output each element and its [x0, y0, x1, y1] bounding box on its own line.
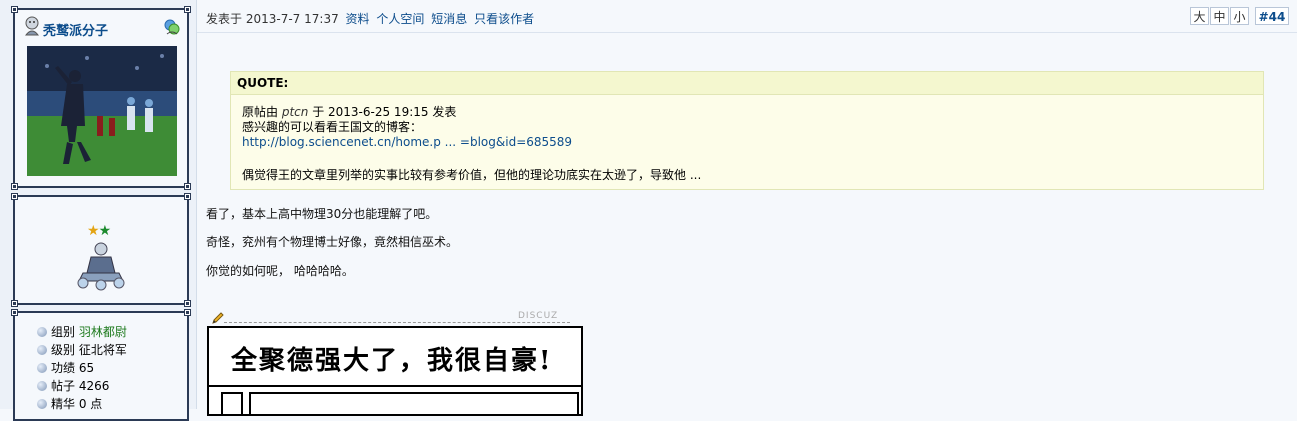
user-stats-list: 组别 羽林都尉 级别 征北将军 功绩 65 帖子 4266 精华 0 点 — [37, 323, 127, 413]
bullet-icon — [37, 345, 47, 355]
stat-level: 级别 征北将军 — [37, 341, 127, 359]
bullet-icon — [37, 381, 47, 391]
post-image[interactable]: 全聚德强大了，我很自豪! — [207, 326, 583, 416]
font-small-button[interactable]: 小 — [1230, 7, 1249, 25]
quote-line-2: 感兴趣的可以看看王国文的博客： — [242, 120, 423, 134]
stat-label: 级别 — [51, 343, 76, 357]
frame-corner — [11, 193, 18, 200]
stat-label: 帖子 — [51, 379, 76, 393]
bullet-icon — [37, 327, 47, 337]
post-text-line: 看了，基本上高中物理30分也能理解了吧。 — [206, 207, 438, 221]
quote-title: QUOTE: — [230, 71, 1264, 95]
post-text-line: 你觉的如何呢， 哈哈哈哈。 — [206, 264, 354, 278]
stat-value: 羽林都尉 — [78, 325, 127, 339]
frame-corner — [184, 183, 191, 190]
stat-label: 组别 — [51, 325, 76, 339]
image-panel-border — [209, 385, 581, 387]
image-divider — [224, 322, 570, 323]
quote-date: 于 2013-6-25 19:15 发表 — [312, 105, 457, 119]
frame-corner — [11, 309, 18, 316]
frame-corner — [11, 300, 18, 307]
stat-essence: 精华 0 点 — [37, 395, 127, 413]
rank-card: ★★ — [11, 193, 191, 307]
profile-link[interactable]: 资料 — [346, 12, 370, 26]
personal-space-link[interactable]: 个人空间 — [376, 12, 424, 26]
username-link[interactable]: 秃鹫派分子 — [43, 20, 108, 39]
quote-body: 原帖由 ptcn 于 2013-6-25 19:15 发表 感兴趣的可以看看王国… — [230, 95, 1264, 190]
message-link[interactable]: 短消息 — [431, 12, 467, 26]
stat-value: 65 — [78, 361, 95, 375]
avatar-photo — [27, 46, 177, 176]
bullet-icon — [37, 399, 47, 409]
font-medium-button[interactable]: 中 — [1210, 7, 1229, 25]
quote-blog-link[interactable]: http://blog.sciencenet.cn/home.p ... =bl… — [242, 135, 572, 149]
frame-corner — [11, 6, 18, 13]
posted-time: 2013-7-7 17:37 — [245, 12, 339, 26]
stat-posts: 帖子 4266 — [37, 377, 127, 395]
post-header: 发表于 2013-7-7 17:37 资料 个人空间 短消息 只看该作者 大 中… — [197, 0, 1297, 33]
quote-line-3: 偶觉得王的文章里列举的实事比较有参考价值，但他的理论功底实在太逊了，导致他 ..… — [242, 168, 702, 182]
stat-value: 4266 — [78, 379, 110, 393]
floor-number-link[interactable]: #44 — [1255, 7, 1289, 25]
discuz-watermark: DISCUZ — [518, 311, 559, 321]
frame-corner — [184, 309, 191, 316]
image-panel — [249, 392, 579, 414]
messenger-icon[interactable] — [163, 18, 181, 36]
frame-corner — [184, 300, 191, 307]
user-card: 秃鹫派分子 — [11, 6, 191, 190]
stat-value: 征北将军 — [78, 343, 127, 357]
quote-line-author: 原帖由 ptcn 于 2013-6-25 19:15 发表 — [242, 105, 1263, 120]
frame-corner — [184, 193, 191, 200]
font-large-button[interactable]: 大 — [1190, 7, 1209, 25]
quote-prefix: 原帖由 — [242, 105, 279, 119]
stat-group: 组别 羽林都尉 — [37, 323, 127, 341]
frame-corner — [184, 6, 191, 13]
image-panel — [221, 392, 243, 414]
quote-spacer — [242, 150, 1263, 168]
rank-emblem-icon — [77, 242, 125, 291]
bullet-icon — [37, 363, 47, 373]
frame-corner — [11, 183, 18, 190]
quote-author: ptcn — [281, 105, 309, 119]
post-image-caption: 全聚德强大了，我很自豪! — [231, 346, 553, 376]
font-size-controls: 大 中 小 — [1190, 7, 1249, 25]
avatar[interactable] — [27, 46, 177, 176]
rank-stars-icon: ★★ — [87, 223, 111, 239]
stat-merit: 功绩 65 — [37, 359, 127, 377]
author-sidebar: 秃鹫派分子 ★★ 组别 羽林都尉 级别 征北将军 功绩 65 帖子 4266 精… — [0, 0, 197, 421]
post-text-line: 奇怪，兖州有个物理博士好像，竟然相信巫术。 — [206, 235, 459, 249]
post-meta: 发表于 2013-7-7 17:37 资料 个人空间 短消息 只看该作者 — [206, 10, 534, 27]
user-stats-card: 组别 羽林都尉 级别 征北将军 功绩 65 帖子 4266 精华 0 点 — [11, 309, 191, 421]
online-status-icon — [24, 16, 40, 36]
pencil-icon — [212, 312, 224, 324]
posted-prefix: 发表于 — [206, 12, 243, 26]
only-this-author-link[interactable]: 只看该作者 — [474, 12, 534, 26]
stat-label: 功绩 — [51, 361, 76, 375]
